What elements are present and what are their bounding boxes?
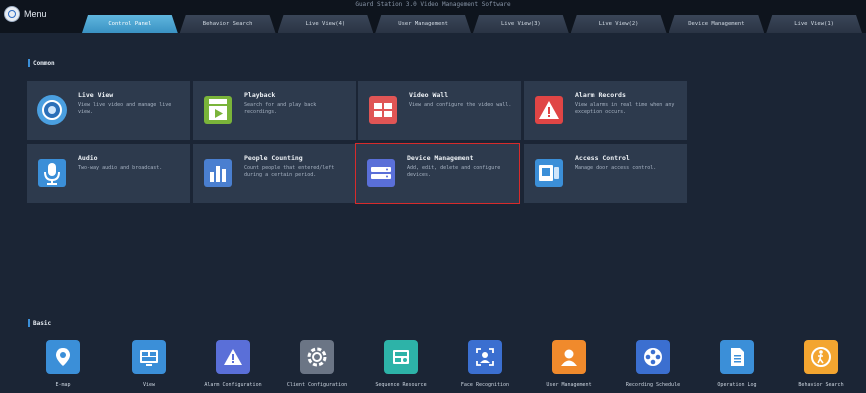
alarm-configuration-icon[interactable] [216, 340, 250, 374]
device-icon [365, 157, 397, 189]
microphone-icon [36, 157, 68, 189]
basic-label-sequence-resource: Sequence Resource [375, 382, 427, 388]
card-title: Audio [78, 154, 98, 162]
card-title: Alarm Records [575, 91, 626, 99]
tab-live-view-4[interactable]: Live View(4) [278, 15, 374, 33]
tab-behavior-search[interactable]: Behavior Search [180, 15, 276, 33]
tab-live-view-2[interactable]: Live View(2) [571, 15, 667, 33]
menu-button[interactable]: Menu [4, 4, 47, 24]
card-desc: Search for and play back recordings. [244, 102, 317, 115]
card-title: Playback [244, 91, 276, 99]
face-recognition-icon[interactable] [468, 340, 502, 374]
section-title-basic: Basic [28, 319, 51, 327]
basic-label-e-map: E-map [55, 382, 71, 388]
card-audio[interactable]: Audio Two-way audio and broadcast. [27, 144, 190, 203]
tab-bar: Control Panel Behavior Search Live View(… [82, 15, 864, 33]
app-title: Guard Station 3.0 Video Management Softw… [355, 1, 511, 8]
basic-label-client-configuration: Client Configuration [286, 382, 348, 388]
view-icon[interactable] [132, 340, 166, 374]
operation-log-icon[interactable] [720, 340, 754, 374]
card-desc: View live video and manage live view. [78, 102, 172, 115]
playback-icon [202, 94, 234, 126]
card-desc: Two-way audio and broadcast. [78, 165, 163, 171]
card-desc: Count people that entered/left during a … [244, 165, 335, 178]
tab-user-management[interactable]: User Management [375, 15, 471, 33]
card-title: Access Control [575, 154, 630, 162]
alarm-icon [533, 94, 565, 126]
basic-label-alarm-configuration: Alarm Configuration [204, 382, 262, 388]
basic-label-face-recognition: Face Recognition [460, 382, 510, 388]
card-access-control[interactable]: Access Control Manage door access contro… [524, 144, 687, 203]
menu-label: Menu [24, 9, 47, 19]
sequence-resource-icon[interactable] [384, 340, 418, 374]
tab-device-management[interactable]: Device Management [669, 15, 765, 33]
card-desc: Add, edit, delete and configure devices. [407, 165, 501, 178]
menu-icon [4, 6, 20, 22]
behavior-search-icon[interactable] [804, 340, 838, 374]
section-title-common: Common [28, 59, 55, 67]
card-live-view[interactable]: Live View View live video and manage liv… [27, 81, 190, 140]
people-counting-icon [202, 157, 234, 189]
recording-schedule-icon[interactable] [636, 340, 670, 374]
client-configuration-icon[interactable] [300, 340, 334, 374]
card-desc: View alarms in real time when any except… [575, 102, 675, 115]
basic-label-operation-log: Operation Log [717, 382, 757, 388]
live-view-icon [36, 94, 68, 126]
card-playback[interactable]: Playback Search for and play back record… [193, 81, 356, 140]
card-device-management[interactable]: Device Management Add, edit, delete and … [355, 143, 520, 204]
user-management-icon[interactable] [552, 340, 586, 374]
tab-control-panel[interactable]: Control Panel [82, 15, 178, 33]
video-wall-icon [367, 94, 399, 126]
card-alarm-records[interactable]: Alarm Records View alarms in real time w… [524, 81, 687, 140]
basic-label-recording-schedule: Recording Schedule [625, 382, 681, 388]
card-title: Device Management [407, 154, 474, 162]
card-people-counting[interactable]: People Counting Count people that entere… [193, 144, 356, 203]
access-control-icon [533, 157, 565, 189]
card-video-wall[interactable]: Video Wall View and configure the video … [358, 81, 521, 140]
card-title: Live View [78, 91, 114, 99]
tab-live-view-3[interactable]: Live View(3) [473, 15, 569, 33]
card-title: Video Wall [409, 91, 449, 99]
basic-label-behavior-search: Behavior Search [798, 382, 844, 388]
card-desc: Manage door access control. [575, 165, 657, 171]
basic-label-user-management: User Management [546, 382, 592, 388]
card-desc: View and configure the video wall. [409, 102, 512, 108]
e-map-icon[interactable] [46, 340, 80, 374]
title-bar: Guard Station 3.0 Video Management Softw… [0, 0, 866, 33]
tab-live-view-1[interactable]: Live View(1) [766, 15, 862, 33]
basic-label-view: View [142, 382, 156, 388]
card-title: People Counting [244, 154, 303, 162]
